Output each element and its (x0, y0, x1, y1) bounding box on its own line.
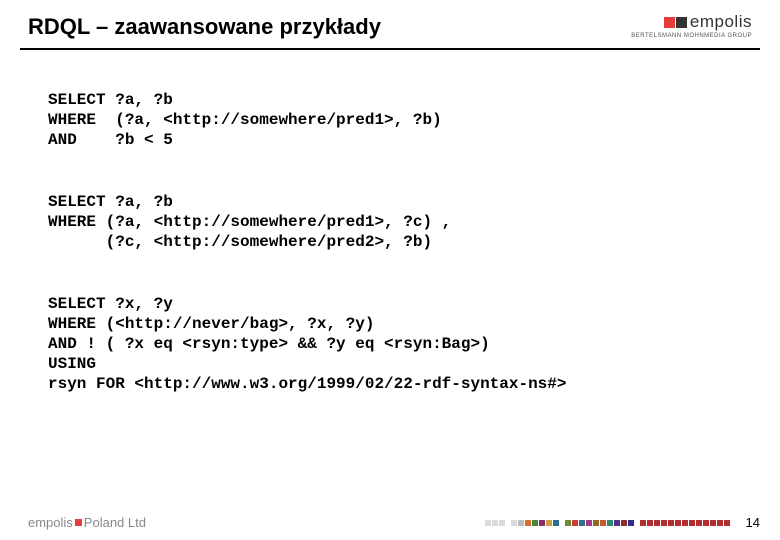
footer-brand-b: Poland Ltd (84, 515, 146, 530)
footer-color-square-icon (696, 520, 702, 526)
footer-square-icon (75, 519, 82, 526)
page-title: RDQL – zaawansowane przykłady (28, 14, 381, 40)
footer-color-square-icon (560, 520, 564, 526)
footer-color-square-icon (635, 520, 639, 526)
logo-square-dark-icon (676, 17, 687, 28)
footer-color-square-icon (717, 520, 723, 526)
footer-color-square-icon (499, 520, 505, 526)
footer-color-square-icon (647, 520, 653, 526)
footer-color-square-icon (710, 520, 716, 526)
footer-color-square-icon (703, 520, 709, 526)
footer-color-square-icon (593, 520, 599, 526)
content: SELECT ?a, ?b WHERE (?a, <http://somewhe… (0, 50, 780, 394)
footer-color-square-icon (539, 520, 545, 526)
footer-color-square-icon (579, 520, 585, 526)
footer-color-square-icon (640, 520, 646, 526)
footer-color-square-icon (607, 520, 613, 526)
header: RDQL – zaawansowane przykłady empolis BE… (0, 0, 780, 46)
footer-color-square-icon (485, 520, 491, 526)
footer-color-square-icon (600, 520, 606, 526)
footer-color-square-icon (492, 520, 498, 526)
footer-color-square-icon (553, 520, 559, 526)
code-block-3: SELECT ?x, ?y WHERE (<http://never/bag>,… (48, 294, 732, 394)
footer-color-square-icon (506, 520, 510, 526)
footer-color-square-icon (572, 520, 578, 526)
footer-color-square-icon (661, 520, 667, 526)
footer-brand: empolis Poland Ltd (28, 515, 146, 530)
footer-color-square-icon (586, 520, 592, 526)
logo-square-red-icon (664, 17, 675, 28)
footer-right: 14 (485, 515, 760, 530)
footer-color-square-icon (724, 520, 730, 526)
footer-color-square-icon (532, 520, 538, 526)
code-block-1: SELECT ?a, ?b WHERE (?a, <http://somewhe… (48, 90, 732, 150)
footer-brand-a: empolis (28, 515, 73, 530)
logo: empolis BERTELSMANN MOHNMEDIA GROUP (631, 12, 752, 39)
footer: empolis Poland Ltd 14 (0, 515, 780, 530)
footer-color-square-icon (628, 520, 634, 526)
slide: RDQL – zaawansowane przykłady empolis BE… (0, 0, 780, 540)
footer-color-square-icon (621, 520, 627, 526)
footer-color-square-icon (511, 520, 517, 526)
code-block-2: SELECT ?a, ?b WHERE (?a, <http://somewhe… (48, 192, 732, 252)
footer-color-square-icon (682, 520, 688, 526)
logo-row: empolis (664, 12, 752, 32)
logo-subtitle: BERTELSMANN MOHNMEDIA GROUP (631, 33, 752, 39)
footer-color-square-icon (614, 520, 620, 526)
footer-color-square-icon (689, 520, 695, 526)
footer-color-square-icon (525, 520, 531, 526)
logo-text: empolis (690, 12, 752, 32)
footer-squares-strip (485, 520, 730, 526)
footer-color-square-icon (654, 520, 660, 526)
footer-color-square-icon (546, 520, 552, 526)
footer-color-square-icon (518, 520, 524, 526)
footer-color-square-icon (565, 520, 571, 526)
footer-color-square-icon (668, 520, 674, 526)
page-number: 14 (746, 515, 760, 530)
footer-color-square-icon (675, 520, 681, 526)
